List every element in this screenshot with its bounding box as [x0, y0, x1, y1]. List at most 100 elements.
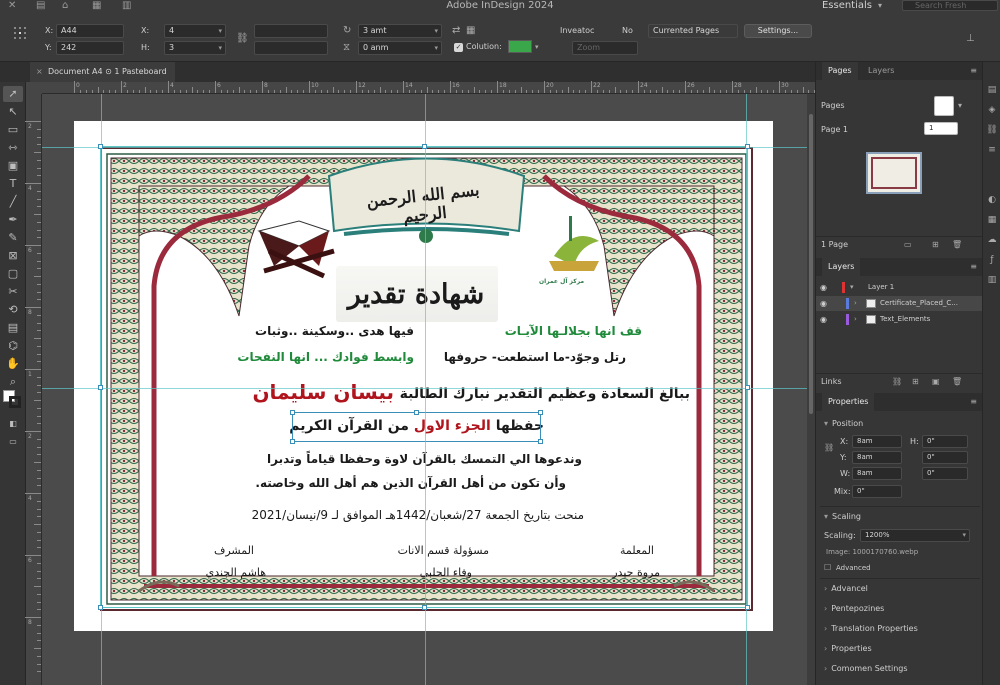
- line-tool-icon[interactable]: ╱: [3, 194, 23, 210]
- rotation-field[interactable]: 3 amt ▾: [358, 24, 442, 38]
- chevron-down-icon[interactable]: ▾: [958, 100, 962, 112]
- swap-colors-icon[interactable]: ◧: [3, 416, 23, 432]
- rotate-icon[interactable]: ↻: [343, 24, 351, 38]
- grid-icon[interactable]: ▦: [466, 24, 475, 38]
- page-tool-icon[interactable]: ▭: [3, 122, 23, 138]
- shear-field[interactable]: 0 anm ▾: [358, 41, 442, 55]
- rotation-angle-field[interactable]: 0": [922, 451, 968, 464]
- section-translation-properties[interactable]: › Translation Properties: [816, 619, 983, 639]
- chevron-down-icon[interactable]: ▾: [535, 40, 539, 54]
- vertical-ruler[interactable]: 2 4 6 8 1 2 4 6 8: [25, 94, 42, 685]
- frame-handle[interactable]: [98, 605, 103, 610]
- page-number-field[interactable]: 1: [924, 122, 958, 135]
- frame-handle[interactable]: [422, 605, 427, 610]
- fill-stroke-swatches[interactable]: [3, 390, 23, 412]
- pin-icon[interactable]: ⊥: [966, 32, 975, 46]
- eye-icon[interactable]: ◉: [820, 296, 827, 311]
- cc-libraries-icon[interactable]: ☁: [986, 234, 998, 246]
- zoom-field[interactable]: Zoom: [572, 41, 638, 55]
- tab-pages[interactable]: Pages: [822, 62, 858, 80]
- position-section[interactable]: ▾ Position: [816, 414, 983, 434]
- panel-menu-icon[interactable]: ≡: [970, 62, 977, 80]
- frame-handle[interactable]: [98, 385, 103, 390]
- document-tab[interactable]: × Document A4 ⊙ 1 Pasteboard: [30, 62, 175, 82]
- swatches-icon[interactable]: ▦: [986, 214, 998, 226]
- pages-icon[interactable]: ▤: [986, 84, 998, 96]
- selection-tool-icon[interactable]: ➚: [3, 86, 23, 102]
- scale-x-field[interactable]: [254, 24, 328, 38]
- layers-icon[interactable]: ◈: [986, 104, 998, 116]
- shear-angle-field[interactable]: 0": [922, 467, 968, 480]
- chevron-down-icon[interactable]: ▾: [878, 0, 882, 12]
- pasteboard[interactable]: بسم الله الرحمن الرحيم شهادة تقدير مركز …: [42, 94, 807, 685]
- delete-page-icon[interactable]: 🗑: [952, 237, 962, 253]
- link-icon[interactable]: ⛓: [824, 442, 834, 454]
- hand-tool-icon[interactable]: ✋: [3, 356, 23, 372]
- placed-image-frame[interactable]: [100, 146, 748, 608]
- vertical-scrollbar[interactable]: [807, 94, 815, 685]
- screen-mode-icon[interactable]: ▭: [3, 434, 23, 450]
- layer-row[interactable]: ◉ ▾ Layer 1: [816, 280, 983, 295]
- layer-row[interactable]: ◉ › Text_Elements: [816, 312, 983, 327]
- scaling-field[interactable]: 1200% ▾: [860, 529, 970, 542]
- free-transform-tool-icon[interactable]: ⟲: [3, 302, 23, 318]
- section-advancel[interactable]: › Advancel: [816, 579, 983, 599]
- mix-field[interactable]: 0": [852, 485, 902, 498]
- frame-handle[interactable]: [422, 144, 427, 149]
- color-icon[interactable]: ◐: [986, 194, 998, 206]
- x-position-field[interactable]: A44: [56, 24, 124, 38]
- stroke-swatch[interactable]: [9, 396, 21, 408]
- tab-layers[interactable]: Layers: [862, 62, 900, 80]
- horizontal-ruler[interactable]: 0 2 4 6 8 10 12 14 16 18 20 22 24 26 28 30: [42, 81, 822, 94]
- chevron-right-icon[interactable]: ›: [854, 312, 857, 327]
- delete-layer-icon[interactable]: 🗑: [952, 374, 962, 390]
- panel-menu-icon[interactable]: ≡: [970, 258, 977, 276]
- width-field[interactable]: 4 ▾: [164, 24, 226, 38]
- page-thumbnail-swatch[interactable]: [934, 96, 954, 116]
- flip-icon[interactable]: ⇄: [452, 24, 460, 38]
- link-icon[interactable]: ⛓: [892, 374, 902, 390]
- advanced-checkbox[interactable]: ☐: [824, 562, 831, 574]
- scissors-tool-icon[interactable]: ✂: [3, 284, 23, 300]
- column-checkbox[interactable]: ✓: [454, 43, 463, 52]
- tab-layers-panel[interactable]: Layers: [822, 258, 861, 276]
- page-1-thumbnail[interactable]: [866, 152, 922, 194]
- effects-icon[interactable]: ƒ: [986, 254, 998, 266]
- x-field[interactable]: 8am: [852, 435, 902, 448]
- layer-row[interactable]: ◉ › Certificate_Placed_C...: [816, 296, 983, 311]
- eyedropper-tool-icon[interactable]: ⌬: [3, 338, 23, 354]
- new-layer-icon[interactable]: ⊞: [912, 374, 919, 390]
- height-field[interactable]: 3 ▾: [164, 41, 226, 55]
- gradient-tool-icon[interactable]: ▤: [3, 320, 23, 336]
- workspace-switcher[interactable]: Essentials: [822, 0, 872, 12]
- gap-tool-icon[interactable]: ⇿: [3, 140, 23, 156]
- settings-button[interactable]: Settings...: [744, 24, 812, 38]
- panel-menu-icon[interactable]: ≡: [970, 393, 977, 411]
- fill-color-swatch[interactable]: [508, 40, 532, 53]
- chevron-down-icon[interactable]: ▾: [850, 280, 854, 295]
- section-pentepozines[interactable]: › Pentepozines: [816, 599, 983, 619]
- close-tab-icon[interactable]: ×: [36, 62, 43, 82]
- scroll-thumb[interactable]: [809, 114, 813, 414]
- frame-handle[interactable]: [98, 144, 103, 149]
- stroke-icon[interactable]: ≡: [986, 144, 998, 156]
- rectangle-tool-icon[interactable]: ▢: [3, 266, 23, 282]
- rectangle-frame-tool-icon[interactable]: ⊠: [3, 248, 23, 264]
- scale-y-field[interactable]: [254, 41, 328, 55]
- frame-handle[interactable]: [745, 144, 750, 149]
- pages-dropdown[interactable]: Currented Pages: [648, 24, 738, 38]
- scaling-section[interactable]: ▾ Scaling: [816, 507, 983, 527]
- pen-tool-icon[interactable]: ✒: [3, 212, 23, 228]
- y-field[interactable]: 8am: [852, 451, 902, 464]
- new-sublayer-icon[interactable]: ▣: [932, 374, 940, 390]
- links-icon[interactable]: ⛓: [986, 124, 998, 136]
- frame-handle[interactable]: [745, 605, 750, 610]
- text-wrap-icon[interactable]: ▥: [986, 274, 998, 286]
- constrain-proportions-icon[interactable]: ⛓: [236, 32, 249, 46]
- y-position-field[interactable]: 242: [56, 41, 124, 55]
- content-collector-icon[interactable]: ▣: [3, 158, 23, 174]
- eye-icon[interactable]: ◉: [820, 280, 827, 295]
- section-common-settings[interactable]: › Comomen Settings: [816, 659, 983, 679]
- new-page-icon[interactable]: ⊞: [932, 237, 939, 253]
- direct-selection-tool-icon[interactable]: ↖: [3, 104, 23, 120]
